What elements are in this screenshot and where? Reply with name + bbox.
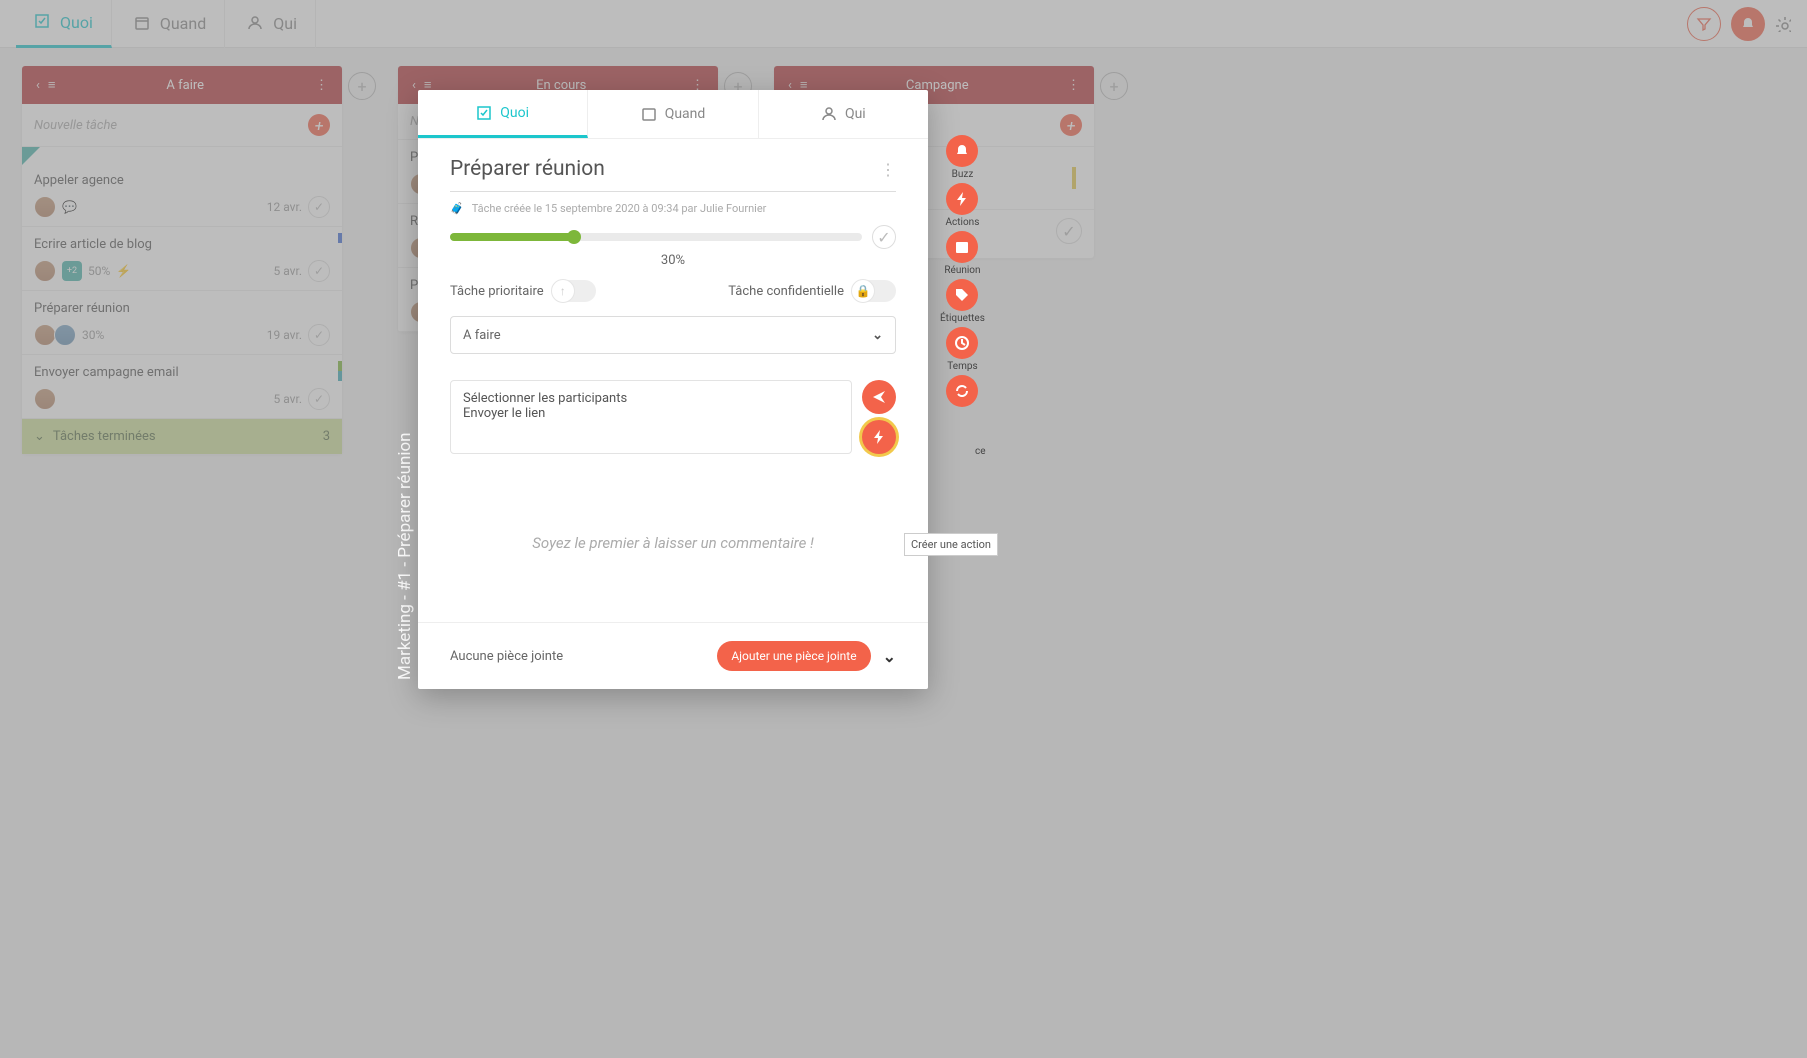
person-icon — [821, 106, 837, 122]
send-button[interactable] — [862, 380, 896, 414]
modal-tabs: Quoi Quand Qui — [418, 90, 928, 139]
tag-icon — [954, 287, 970, 303]
create-action-button[interactable] — [862, 420, 896, 454]
empty-comments-label: Soyez le premier à laisser un commentair… — [450, 534, 896, 552]
modal-title: Préparer réunion — [450, 157, 870, 181]
modal-tab-qui[interactable]: Qui — [759, 90, 928, 138]
created-info: 🧳 Tâche créée le 15 septembre 2020 à 09:… — [450, 202, 896, 215]
bolt-icon — [871, 429, 887, 445]
modal-menu-button[interactable]: ⋮ — [880, 160, 896, 179]
progress-slider[interactable]: ✓ — [450, 225, 896, 249]
breadcrumb-label: Marketing - #1 - Préparer réunion — [395, 432, 415, 680]
checkbox-icon — [476, 105, 492, 121]
complete-button[interactable]: ✓ — [872, 225, 896, 249]
rail-reunion-button[interactable] — [946, 231, 978, 263]
chevron-down-icon[interactable]: ⌄ — [883, 647, 896, 666]
rail-label: ce — [975, 446, 986, 457]
chevron-down-icon: ⌄ — [872, 328, 883, 343]
confidential-label: Tâche confidentielle — [728, 284, 844, 299]
modal-tab-quoi[interactable]: Quoi — [418, 90, 588, 138]
bell-icon — [954, 143, 970, 159]
rail-recurrence-button[interactable] — [946, 375, 978, 407]
side-rail: Buzz Actions Réunion Étiquettes Temps — [940, 135, 985, 407]
bolt-icon — [954, 191, 970, 207]
task-modal: Quoi Quand Qui Préparer réunion ⋮ 🧳 Tâch… — [418, 90, 928, 689]
status-select[interactable]: A faire ⌄ — [450, 316, 896, 354]
priority-label: Tâche prioritaire — [450, 284, 544, 299]
confidential-toggle[interactable]: 🔒 — [852, 280, 896, 302]
rail-actions-button[interactable] — [946, 183, 978, 215]
no-attachment-label: Aucune pièce jointe — [450, 649, 563, 664]
refresh-icon — [954, 383, 970, 399]
briefcase-icon: 🧳 — [450, 202, 464, 215]
rail-etiquettes-button[interactable] — [946, 279, 978, 311]
lock-icon: 🔒 — [851, 279, 875, 303]
calendar-icon — [954, 239, 970, 255]
clock-icon — [954, 335, 970, 351]
tooltip: Créer une action — [904, 533, 998, 556]
rail-buzz-button[interactable] — [946, 135, 978, 167]
calendar-icon — [641, 106, 657, 122]
progress-label: 30% — [450, 253, 896, 268]
priority-toggle[interactable]: ↑ — [552, 280, 596, 302]
modal-tab-quand[interactable]: Quand — [588, 90, 758, 138]
rail-temps-button[interactable] — [946, 327, 978, 359]
comment-input[interactable]: Sélectionner les participants Envoyer le… — [450, 380, 852, 454]
send-icon — [871, 389, 887, 405]
add-attachment-button[interactable]: Ajouter une pièce jointe — [717, 641, 870, 671]
